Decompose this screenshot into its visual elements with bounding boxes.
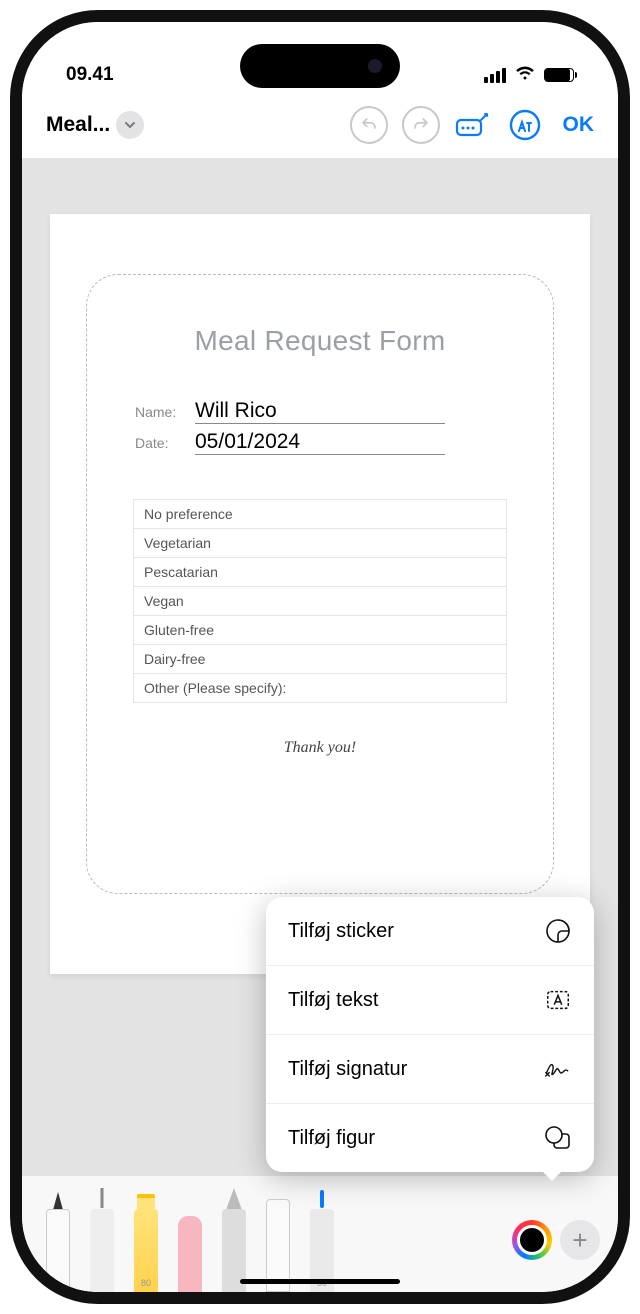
undo-icon xyxy=(350,106,388,144)
autofill-button[interactable] xyxy=(449,101,497,149)
document-title[interactable]: Meal... xyxy=(46,111,144,139)
sticker-icon xyxy=(544,917,572,945)
eraser-tool[interactable] xyxy=(172,1186,208,1292)
blue-pen-tool[interactable]: 50 xyxy=(304,1186,340,1292)
autofill-icon xyxy=(455,112,491,138)
option-row: Other (Please specify): xyxy=(134,674,506,702)
date-value: 05/01/2024 xyxy=(195,430,445,455)
shape-icon xyxy=(544,1124,572,1152)
option-row: No preference xyxy=(134,500,506,529)
undo-button[interactable] xyxy=(345,101,393,149)
option-row: Pescatarian xyxy=(134,558,506,587)
add-menu-popup: Tilføj sticker Tilføj tekst Tilføj signa… xyxy=(266,897,594,1172)
status-time: 09.41 xyxy=(66,64,114,86)
add-text-item[interactable]: Tilføj tekst xyxy=(266,966,594,1035)
option-row: Vegetarian xyxy=(134,529,506,558)
toolbar: Meal... xyxy=(22,92,618,158)
chevron-down-icon[interactable] xyxy=(116,111,144,139)
home-indicator[interactable] xyxy=(240,1279,400,1284)
signature-icon xyxy=(544,1055,572,1083)
pen-tool[interactable] xyxy=(40,1186,76,1292)
textbox-icon xyxy=(544,986,572,1014)
menu-label: Tilføj signatur xyxy=(288,1058,407,1081)
markup-tool-tray: 80 50 + xyxy=(22,1176,618,1292)
add-signature-item[interactable]: Tilføj signatur xyxy=(266,1035,594,1104)
done-button[interactable]: OK xyxy=(563,113,595,137)
redo-icon xyxy=(402,106,440,144)
color-picker[interactable] xyxy=(512,1220,552,1260)
menu-label: Tilføj figur xyxy=(288,1127,375,1150)
pencil-tool[interactable] xyxy=(216,1186,252,1292)
document-viewport[interactable]: Meal Request Form Name: Will Rico Date: … xyxy=(22,158,618,1292)
option-row: Gluten-free xyxy=(134,616,506,645)
options-table: No preference Vegetarian Pescatarian Veg… xyxy=(133,499,507,703)
ruler-tool[interactable] xyxy=(260,1186,296,1292)
menu-label: Tilføj tekst xyxy=(288,989,378,1012)
option-row: Vegan xyxy=(134,587,506,616)
name-value: Will Rico xyxy=(195,399,445,424)
cellular-icon xyxy=(484,68,506,83)
iphone-frame: 09.41 Meal... xyxy=(10,10,630,1304)
thank-you-text: Thank you! xyxy=(115,739,525,757)
markup-button[interactable] xyxy=(501,101,549,149)
fine-pen-tool[interactable] xyxy=(84,1186,120,1292)
dynamic-island xyxy=(240,44,400,88)
name-label: Name: xyxy=(135,404,183,420)
wifi-icon xyxy=(514,64,536,86)
date-label: Date: xyxy=(135,435,183,451)
battery-icon xyxy=(544,68,574,82)
add-shape-item[interactable]: Tilføj figur xyxy=(266,1104,594,1172)
menu-label: Tilføj sticker xyxy=(288,920,394,943)
markup-icon xyxy=(508,108,542,142)
highlighter-tool[interactable]: 80 xyxy=(128,1186,164,1292)
add-button[interactable]: + xyxy=(560,1220,600,1260)
add-sticker-item[interactable]: Tilføj sticker xyxy=(266,897,594,966)
pdf-page: Meal Request Form Name: Will Rico Date: … xyxy=(50,214,590,974)
form-title: Meal Request Form xyxy=(115,325,525,357)
screen: 09.41 Meal... xyxy=(22,22,618,1292)
option-row: Dairy-free xyxy=(134,645,506,674)
redo-button[interactable] xyxy=(397,101,445,149)
